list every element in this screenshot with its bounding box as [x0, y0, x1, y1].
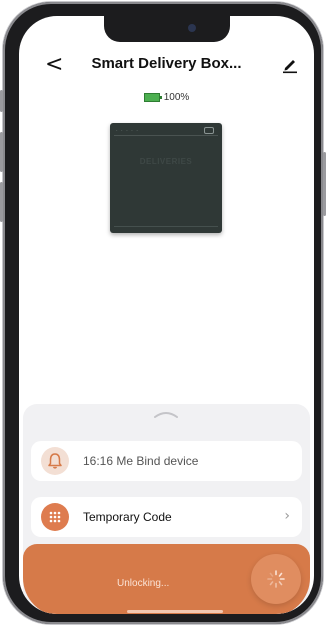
battery-status: 100% [19, 92, 314, 103]
chevron-right-icon: › [284, 508, 290, 524]
power-button [323, 152, 326, 216]
activity-log-card[interactable]: 16:16 Me Bind device [31, 441, 302, 481]
battery-icon [143, 92, 162, 102]
front-camera [188, 24, 196, 32]
volume-down-button [0, 182, 3, 222]
app-header: < Smart Delivery Box... [19, 50, 314, 80]
battery-level: 100% [163, 92, 190, 103]
box-bottom-edge [114, 226, 218, 227]
phone-frame: < Smart Delivery Box... 100% · · · · · D… [0, 2, 326, 624]
unlock-bar[interactable]: Unlocking... [23, 544, 310, 614]
box-lock-icon [204, 127, 214, 134]
temporary-code-card[interactable]: Temporary Code › [31, 497, 302, 537]
unlocking-status: Unlocking... [117, 578, 170, 589]
temporary-code-label: Temporary Code [83, 510, 172, 524]
mute-switch [0, 90, 3, 112]
notch [104, 16, 230, 42]
box-indicator-dots: · · · · · [116, 128, 139, 134]
page-title: Smart Delivery Box... [91, 55, 242, 72]
app-screen: < Smart Delivery Box... 100% · · · · · D… [19, 16, 314, 614]
panel-handle-icon[interactable] [153, 410, 179, 418]
box-label: DELIVERIES [139, 157, 193, 166]
unlock-button[interactable] [251, 554, 301, 604]
delivery-box-image: · · · · · DELIVERIES [110, 123, 222, 233]
bell-icon [41, 447, 69, 475]
volume-up-button [0, 132, 3, 172]
log-entry-text: 16:16 Me Bind device [83, 454, 199, 468]
home-indicator [127, 610, 223, 613]
keypad-icon [41, 503, 69, 531]
spinner-icon [267, 570, 285, 588]
pencil-icon[interactable] [280, 54, 300, 74]
